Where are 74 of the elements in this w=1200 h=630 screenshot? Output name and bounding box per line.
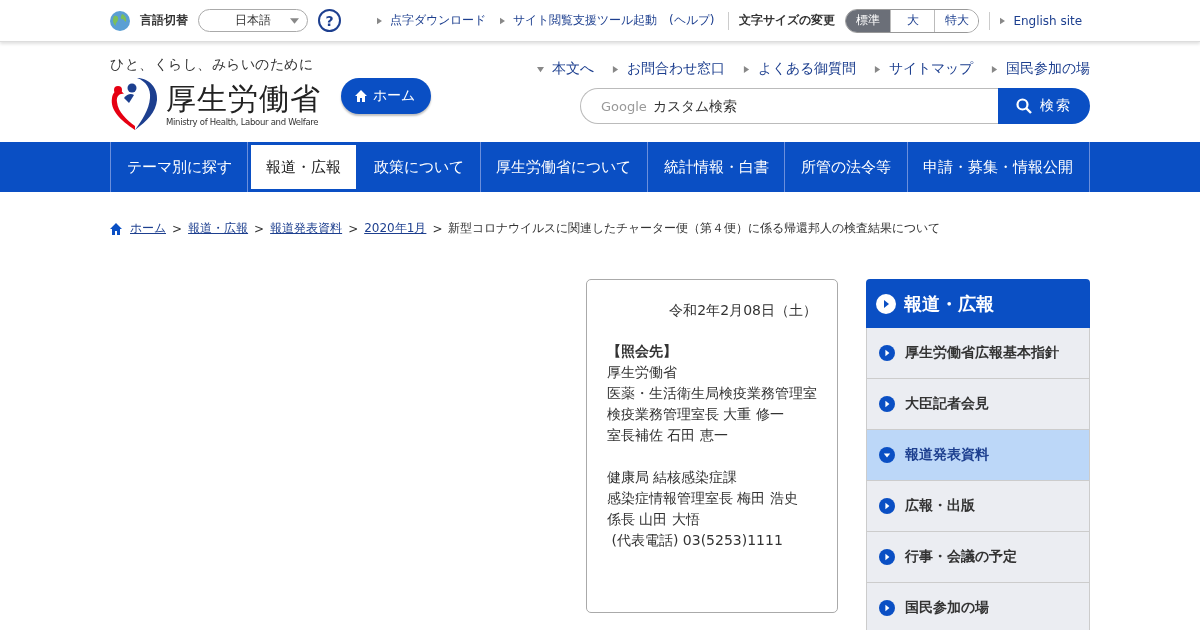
font-size-option[interactable]: 特大 <box>934 9 979 32</box>
triangle-icon <box>612 65 619 73</box>
nav-tab[interactable]: 厚生労働省について <box>480 142 649 192</box>
home-icon <box>355 90 367 102</box>
quick-link[interactable]: お問合わせ窓口 <box>627 60 725 78</box>
contact-line: 係長 山田 大悟 <box>607 510 701 529</box>
quick-link[interactable]: 本文へ <box>552 60 594 78</box>
contact-line: (代表電話) 03(5253)1111 <box>610 531 784 550</box>
triangle-icon <box>1000 16 1006 25</box>
nav-tab[interactable]: 統計情報・白書 <box>648 142 786 192</box>
contact-line: 検疫業務管理室長 大重 修一 <box>607 405 785 424</box>
contact-line: 医薬・生活衛生局検疫業務管理室 <box>607 384 817 403</box>
logo-subtitle: Ministry of Health, Labour and Welfare <box>166 117 320 127</box>
triangle-down-icon <box>537 65 544 73</box>
triangle-icon <box>874 65 881 73</box>
breadcrumb-link[interactable]: 2020年1月 <box>364 220 427 237</box>
contact-line: 室長補佐 石田 恵一 <box>607 426 729 445</box>
side-menu-item[interactable]: 報道発表資料 <box>866 430 1090 481</box>
font-size-option[interactable]: 標準 <box>846 9 891 32</box>
side-menu-title-text: 報道・広報 <box>904 291 994 316</box>
play-circle-icon <box>879 600 895 616</box>
help-button[interactable]: ? <box>318 9 341 32</box>
breadcrumb-separator: > <box>254 221 265 236</box>
english-site-link[interactable]: English site <box>1013 13 1083 28</box>
side-menu-item[interactable]: 広報・出版 <box>866 481 1090 532</box>
nav-tab[interactable]: 申請・募集・情報公開 <box>907 142 1090 192</box>
side-menu-item[interactable]: 国民参加の場 <box>866 583 1090 630</box>
quick-link[interactable]: サイトマップ <box>889 60 973 78</box>
caret-icon <box>290 18 299 24</box>
side-menu-item[interactable]: 厚生労働省広報基本指針 <box>866 328 1090 379</box>
nav-tab[interactable]: 政策について <box>358 142 481 192</box>
triangle-icon <box>743 65 750 73</box>
language-label: 言語切替 <box>140 12 188 29</box>
home-button[interactable]: ホーム <box>341 78 431 114</box>
google-brand-label: Google <box>601 98 647 114</box>
home-icon <box>110 222 122 235</box>
header-link[interactable]: 点字ダウンロード <box>390 12 486 29</box>
language-select[interactable]: 日本語 <box>198 9 308 32</box>
quick-link[interactable]: よくある御質問 <box>758 60 856 78</box>
date-text: 令和2年2月08日（土） <box>669 301 817 320</box>
play-circle-icon <box>879 549 895 565</box>
search-button[interactable]: 検索 <box>998 88 1090 124</box>
side-menu-item[interactable]: 行事・会議の予定 <box>866 532 1090 583</box>
play-circle-icon <box>879 396 895 412</box>
play-circle-icon <box>879 498 895 514</box>
breadcrumb-link[interactable]: ホーム <box>130 220 166 237</box>
search-input[interactable]: カスタム検索 <box>650 97 998 115</box>
breadcrumb-link[interactable]: 報道・広報 <box>188 220 249 237</box>
tagline: ひと、くらし、みらいのために <box>110 56 314 74</box>
quick-link[interactable]: 国民参加の場 <box>1006 60 1090 78</box>
play-circle-icon <box>879 345 895 361</box>
globe-icon <box>110 10 130 31</box>
breadcrumb-separator: > <box>348 221 359 236</box>
header-link[interactable]: サイト閲覧支援ツール起動 (ヘルプ) <box>513 12 715 29</box>
triangle-icon <box>377 16 382 25</box>
down-circle-icon <box>879 447 895 463</box>
nav-tab[interactable]: 所管の法令等 <box>785 142 908 192</box>
breadcrumb-link[interactable]: 報道発表資料 <box>270 220 343 237</box>
contact-line: 厚生労働省 <box>607 363 678 382</box>
triangle-icon <box>991 65 998 73</box>
triangle-icon <box>500 16 505 25</box>
breadcrumb-separator: > <box>172 221 183 236</box>
logo-title[interactable]: 厚生労働省 <box>166 81 321 117</box>
breadcrumb-separator: > <box>432 221 443 236</box>
contact-heading: 【照会先】 <box>607 342 678 361</box>
contact-line: 健康局 結核感染症課 <box>607 468 739 487</box>
side-menu-item[interactable]: 大臣記者会見 <box>866 379 1090 430</box>
contact-line: 感染症情報管理室長 梅田 浩史 <box>607 489 799 508</box>
nav-tab[interactable]: 報道・広報 <box>248 142 359 192</box>
play-circle-icon <box>876 293 896 314</box>
search-icon <box>1016 98 1032 114</box>
font-size-label: 文字サイズの変更 <box>739 12 836 29</box>
heart-figures-logo-icon <box>110 76 160 132</box>
breadcrumb-current: 新型コロナウイルスに関連したチャーター便（第４便）に係る帰還邦人の検査結果について <box>448 220 941 237</box>
